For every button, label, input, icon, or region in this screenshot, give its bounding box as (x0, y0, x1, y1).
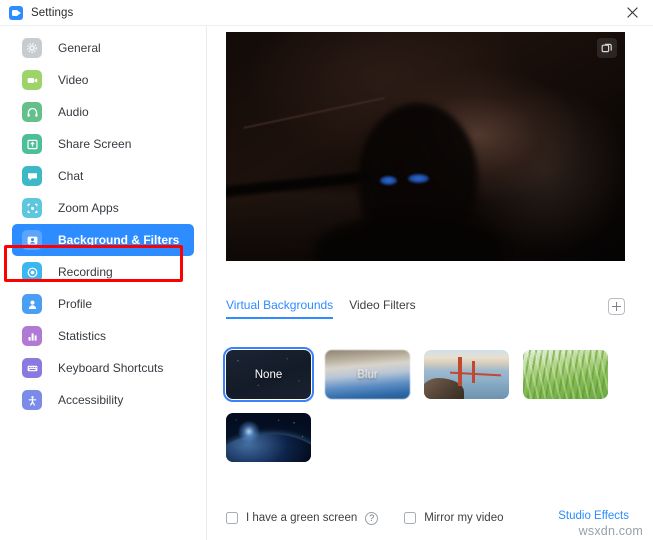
sidebar-item-label: Accessibility (58, 393, 124, 407)
background-thumb-grass[interactable] (523, 350, 608, 399)
close-icon (626, 7, 638, 18)
mirror-video-checkbox[interactable] (404, 512, 417, 524)
settings-window: Settings General Video Audio Share Scree… (0, 0, 653, 540)
sidebar-item-audio[interactable]: Audio (12, 96, 194, 128)
plus-icon[interactable] (608, 298, 625, 315)
green-screen-label: I have a green screen (246, 512, 358, 524)
sidebar-item-general[interactable]: General (12, 32, 194, 64)
sidebar-item-label: Background & Filters (58, 233, 180, 247)
tab-virtual-backgrounds[interactable]: Virtual Backgrounds (226, 298, 334, 319)
sidebar-item-statistics[interactable]: Statistics (12, 320, 194, 352)
sidebar-item-label: Share Screen (58, 137, 132, 151)
background-thumb-golden-gate-bridge[interactable] (424, 350, 509, 399)
question-mark-icon[interactable]: ? (365, 511, 379, 525)
background-and-filters-panel: Virtual Backgrounds Video Filters None B… (207, 26, 653, 540)
green-screen-checkbox[interactable] (226, 512, 238, 524)
sidebar-item-label: Profile (58, 297, 93, 311)
sidebar-item-chat[interactable]: Chat (12, 160, 194, 192)
sidebar-item-keyboard-shortcuts[interactable]: Keyboard Shortcuts (12, 352, 194, 384)
record-icon (22, 262, 42, 282)
sidebar-item-label: Chat (58, 169, 84, 183)
settings-sidebar: General Video Audio Share Screen Chat Zo… (0, 26, 206, 540)
headphones-icon (22, 102, 42, 122)
chat-icon (22, 166, 42, 186)
popout-windows-icon[interactable] (597, 38, 617, 58)
apps-icon (22, 198, 42, 218)
sidebar-item-accessibility[interactable]: Accessibility (12, 384, 194, 416)
sidebar-item-label: Audio (58, 105, 89, 119)
background-thumbnail-grid: None Blur (223, 347, 636, 462)
sidebar-item-label: Statistics (58, 329, 107, 343)
background-thumb-earth[interactable] (226, 413, 311, 462)
bar-chart-icon (22, 326, 42, 346)
sidebar-item-label: Zoom Apps (58, 201, 119, 215)
video-preview[interactable] (226, 32, 625, 261)
video-icon (22, 70, 42, 90)
bridge-tower-shape-2 (472, 360, 476, 383)
person-icon (22, 294, 42, 314)
watermark: wsxdn.com (578, 524, 643, 538)
sidebar-item-recording[interactable]: Recording (12, 256, 194, 288)
background-thumb-label: Blur (357, 368, 378, 381)
sidebar-item-background-and-filters[interactable]: Background & Filters (12, 224, 194, 256)
sidebar-item-share-screen[interactable]: Share Screen (12, 128, 194, 160)
accessibility-icon (22, 390, 42, 410)
preview-wire-detail (243, 97, 385, 129)
sidebar-item-zoom-apps[interactable]: Zoom Apps (12, 192, 194, 224)
background-thumb-label: None (254, 368, 283, 381)
studio-effects-link[interactable]: Studio Effects (558, 510, 629, 522)
preview-eyeglass-glint-left (379, 176, 397, 186)
sidebar-item-video[interactable]: Video (12, 64, 194, 96)
background-tabs: Virtual Backgrounds Video Filters (226, 298, 625, 324)
sidebar-item-label: Keyboard Shortcuts (58, 361, 164, 375)
window-title: Settings (31, 6, 74, 19)
mirror-video-label: Mirror my video (424, 512, 504, 524)
bridge-tower-shape (458, 356, 462, 387)
tab-video-filters[interactable]: Video Filters (349, 298, 415, 317)
title-bar: Settings (0, 0, 653, 25)
sidebar-item-label: Recording (58, 265, 113, 279)
close-button[interactable] (611, 0, 653, 25)
person-frame-icon (22, 230, 42, 250)
earth-limb-shape (226, 434, 311, 462)
sidebar-item-profile[interactable]: Profile (12, 288, 194, 320)
zoom-camera-icon (9, 5, 23, 20)
upload-icon (22, 134, 42, 154)
gear-icon (22, 38, 42, 58)
video-preview-image (226, 32, 625, 261)
sidebar-item-label: General (58, 41, 101, 55)
sidebar-item-label: Video (58, 73, 89, 87)
background-thumb-blur[interactable]: Blur (325, 350, 410, 399)
preview-eyeglass-glint-right (407, 173, 429, 183)
background-thumb-none[interactable]: None (223, 347, 314, 402)
keyboard-icon (22, 358, 42, 378)
